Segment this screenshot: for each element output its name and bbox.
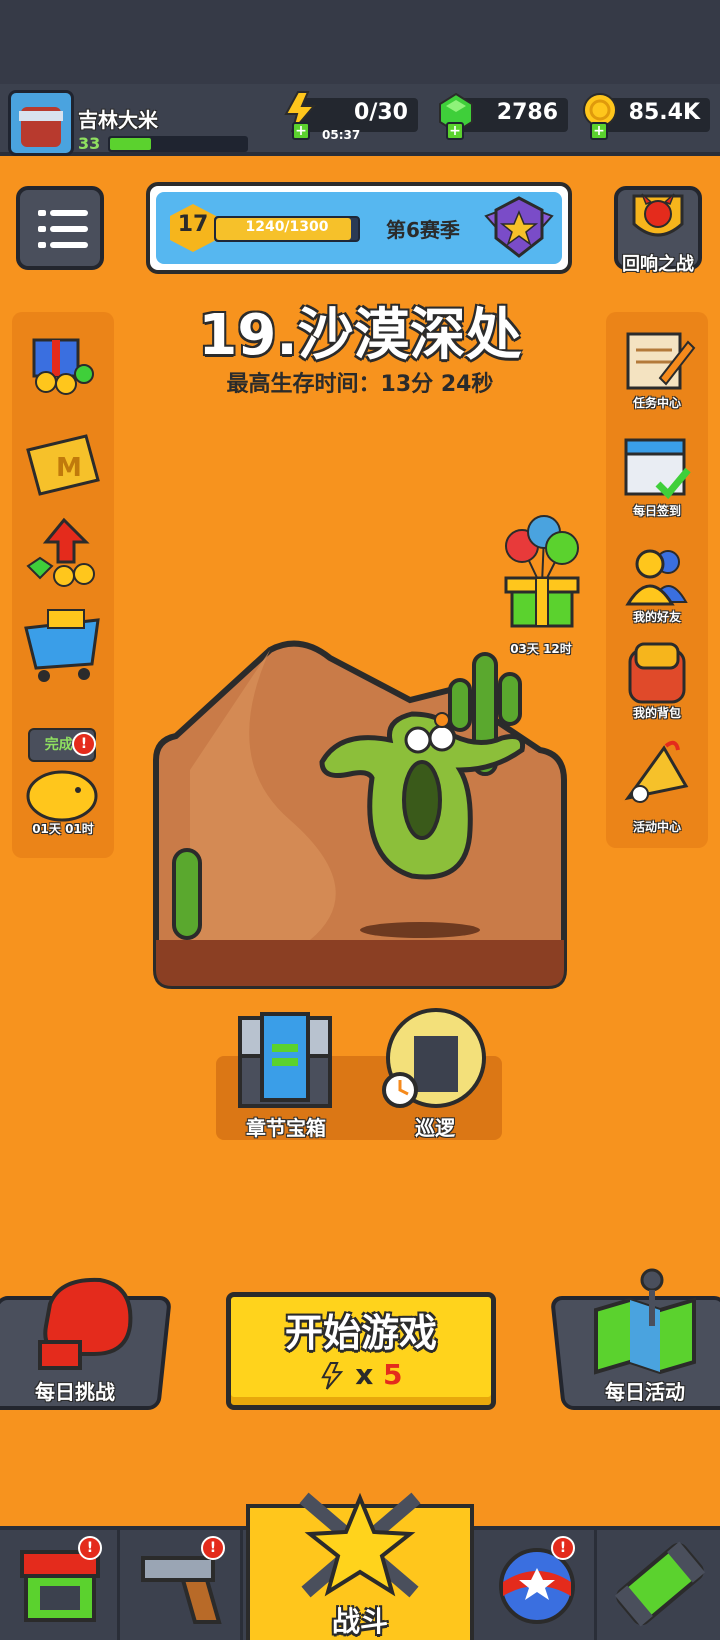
- sidebar-item-friends[interactable]: 我的好友: [606, 608, 708, 625]
- map-pin-icon: [594, 1268, 696, 1375]
- friends-icon[interactable]: [622, 544, 694, 606]
- sidebar-item-daily-checkin[interactable]: 每日签到: [606, 502, 708, 519]
- nav-evolution[interactable]: [600, 1530, 720, 1640]
- boxing-glove-icon: [38, 1277, 133, 1370]
- gem-add-button[interactable]: +: [446, 122, 464, 140]
- talents-alert-badge: !: [551, 1536, 575, 1560]
- balloon-gift-icon[interactable]: [500, 512, 584, 642]
- start-cost-amount: 5: [383, 1358, 403, 1391]
- patrol-label[interactable]: 巡逻: [380, 1112, 490, 1141]
- battle-star-icon: [299, 1492, 421, 1598]
- status-bar: [0, 0, 720, 84]
- player-avatar[interactable]: [8, 90, 74, 156]
- nav-battle-label: 战斗: [331, 1605, 388, 1638]
- piggy-bank-icon[interactable]: [22, 764, 102, 824]
- player-xp-bar: [108, 136, 248, 152]
- shop-alert-badge: !: [78, 1536, 102, 1560]
- dna-capsule-icon: [614, 1541, 706, 1627]
- energy-timer: 05:37: [322, 128, 361, 142]
- player-xp-fill: [110, 138, 151, 150]
- party-horn-icon[interactable]: [620, 738, 694, 810]
- season-progress-text: 1240/1300: [245, 219, 329, 235]
- start-game-label: 开始游戏: [284, 1311, 437, 1355]
- shop-icon: [20, 1550, 100, 1622]
- sidebar-item-event-center[interactable]: 活动中心: [606, 818, 708, 835]
- chapter-chest-label[interactable]: 章节宝箱: [226, 1112, 346, 1141]
- lightning-icon: [321, 1362, 344, 1390]
- daily-challenge-label: 每日挑战: [35, 1380, 115, 1404]
- shopping-cart-icon[interactable]: [22, 606, 104, 686]
- backpack-icon[interactable]: [622, 640, 692, 708]
- stage-scene-image: [153, 640, 567, 989]
- piggy-bank-timer: 01天 01时: [32, 822, 94, 836]
- season-level: 17: [177, 212, 209, 237]
- daily-event-label: 每日活动: [605, 1380, 685, 1404]
- devil-shield-icon: [632, 193, 684, 237]
- svg-text:M: M: [56, 453, 82, 483]
- growth-fund-icon[interactable]: [24, 516, 102, 590]
- start-game-cost: x 5: [226, 1358, 496, 1391]
- revolver-icon: [141, 1556, 222, 1624]
- patrol-icon[interactable]: [380, 1006, 490, 1110]
- energy-add-button[interactable]: +: [292, 122, 310, 140]
- weapons-alert-badge: !: [201, 1536, 225, 1560]
- sidebar-item-task-center[interactable]: 任务中心: [606, 394, 708, 411]
- coin-add-button[interactable]: +: [590, 122, 608, 140]
- calendar-check-icon[interactable]: [622, 432, 692, 502]
- coin-value: 85.4K: [628, 100, 700, 125]
- player-level: 33: [78, 134, 101, 153]
- monthly-card-icon[interactable]: M: [22, 430, 102, 500]
- season-rank-badge-icon: [484, 196, 554, 258]
- menu-button[interactable]: [16, 186, 104, 270]
- gift-pack-icon[interactable]: [24, 324, 102, 396]
- player-name: 吉林大米: [78, 108, 158, 132]
- star-orb-icon: [499, 1548, 575, 1624]
- nav-weapons[interactable]: !: [123, 1530, 243, 1640]
- start-cost-x: x: [355, 1358, 374, 1391]
- chapter-chest-icon[interactable]: [232, 1010, 338, 1110]
- nav-shop[interactable]: !: [0, 1530, 120, 1640]
- gem-value: 2786: [496, 100, 558, 125]
- energy-value: 0/30: [354, 100, 408, 125]
- sidebar-item-backpack[interactable]: 我的背包: [606, 704, 708, 721]
- season-label: 第6赛季: [386, 218, 460, 242]
- piggy-bank-alert-badge: !: [72, 732, 96, 756]
- task-scroll-icon[interactable]: [618, 328, 696, 396]
- echo-battle-label: 回响之战: [622, 254, 694, 275]
- nav-talents[interactable]: !: [477, 1530, 597, 1640]
